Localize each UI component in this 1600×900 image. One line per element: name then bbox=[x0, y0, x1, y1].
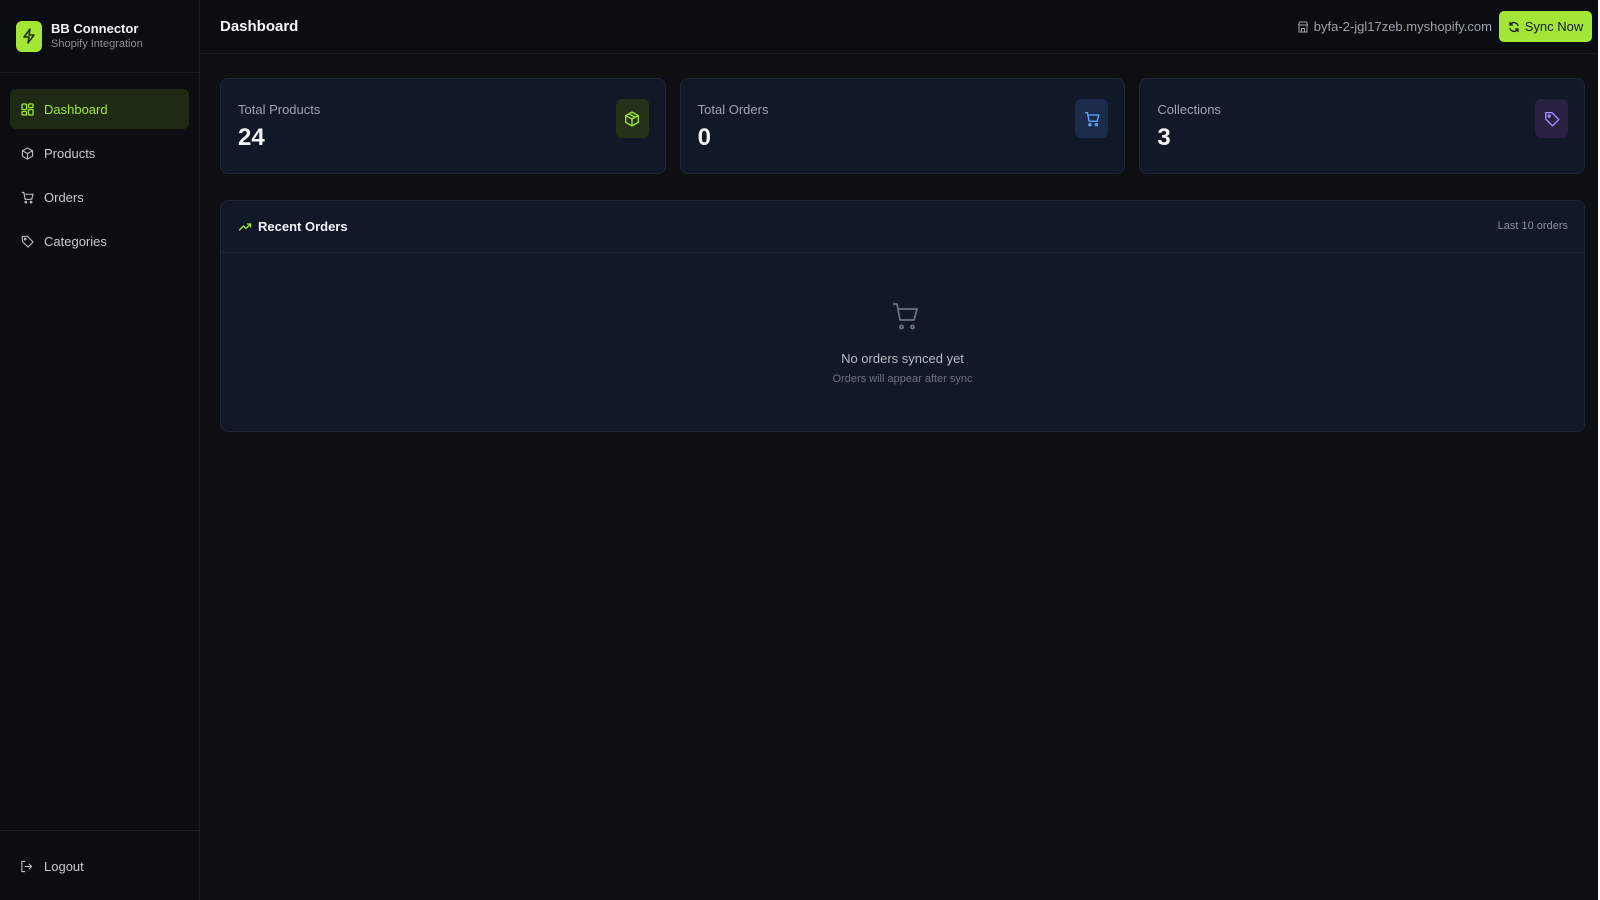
empty-state: No orders synced yet Orders will appear … bbox=[221, 253, 1584, 431]
sidebar-item-products[interactable]: Products bbox=[10, 133, 189, 173]
stat-card-collections: Collections 3 bbox=[1139, 78, 1586, 174]
tag-icon bbox=[20, 234, 34, 248]
logout-label: Logout bbox=[44, 859, 84, 874]
cart-icon bbox=[891, 301, 919, 331]
empty-state-title: No orders synced yet bbox=[841, 351, 964, 366]
logout-icon bbox=[20, 860, 34, 874]
recent-orders-panel: Recent Orders Last 10 orders No orders s… bbox=[220, 200, 1585, 432]
sidebar-item-dashboard[interactable]: Dashboard bbox=[10, 89, 189, 129]
box-icon bbox=[615, 99, 649, 138]
brand-subtitle: Shopify Integration bbox=[51, 38, 143, 50]
recent-orders-title-text: Recent Orders bbox=[258, 219, 348, 234]
app-window: BB Connector Shopify Integration Dashboa… bbox=[0, 0, 1600, 900]
stat-value: 3 bbox=[1157, 124, 1171, 151]
tag-icon bbox=[1535, 99, 1569, 138]
store-icon bbox=[1297, 21, 1309, 33]
stat-label: Total Orders bbox=[697, 102, 769, 117]
stats-cards: Total Products 24 Total Orders 0 Collect… bbox=[220, 78, 1586, 174]
recent-orders-header: Recent Orders Last 10 orders bbox=[221, 201, 1584, 253]
sidebar: BB Connector Shopify Integration Dashboa… bbox=[0, 0, 200, 900]
sync-now-label: Sync Now bbox=[1524, 19, 1584, 34]
recent-orders-meta: Last 10 orders bbox=[1497, 220, 1568, 232]
lightning-icon bbox=[16, 20, 42, 52]
page-title: Dashboard bbox=[220, 18, 299, 35]
top-bar: Dashboard byfa-2-jgl17zeb.myshopify.com … bbox=[200, 0, 1598, 54]
stat-value: 0 bbox=[697, 124, 712, 151]
stat-card-products: Total Products 24 bbox=[220, 78, 666, 174]
brand-header: BB Connector Shopify Integration bbox=[0, 0, 199, 73]
store-domain: byfa-2-jgl17zeb.myshopify.com bbox=[1297, 19, 1492, 34]
sidebar-nav: Dashboard Products Orders Categories bbox=[0, 73, 199, 261]
sidebar-footer: Logout bbox=[0, 830, 200, 900]
logout-button[interactable]: Logout bbox=[20, 859, 84, 874]
sidebar-item-categories[interactable]: Categories bbox=[10, 221, 189, 261]
sidebar-item-label: Dashboard bbox=[44, 101, 108, 117]
dashboard-grid-icon bbox=[20, 102, 34, 116]
stat-card-orders: Total Orders 0 bbox=[679, 78, 1126, 174]
stat-label: Total Products bbox=[238, 102, 321, 117]
trending-up-icon bbox=[238, 220, 252, 234]
brand-name: BB Connector bbox=[51, 21, 139, 36]
stat-value: 24 bbox=[238, 124, 265, 151]
cart-icon bbox=[1075, 99, 1109, 138]
stat-label: Collections bbox=[1157, 102, 1221, 117]
main-content: Total Products 24 Total Orders 0 Collect… bbox=[200, 54, 1598, 899]
recent-orders-title: Recent Orders bbox=[238, 219, 348, 234]
sidebar-item-orders[interactable]: Orders bbox=[10, 177, 189, 217]
store-domain-text: byfa-2-jgl17zeb.myshopify.com bbox=[1313, 19, 1492, 34]
sidebar-item-label: Categories bbox=[44, 233, 107, 249]
sync-now-button[interactable]: Sync Now bbox=[1499, 11, 1592, 42]
refresh-icon bbox=[1508, 21, 1520, 33]
box-icon bbox=[20, 146, 34, 160]
cart-icon bbox=[20, 190, 34, 204]
sidebar-item-label: Products bbox=[44, 145, 96, 161]
empty-state-subtitle: Orders will appear after sync bbox=[832, 373, 973, 385]
sidebar-item-label: Orders bbox=[44, 189, 84, 205]
